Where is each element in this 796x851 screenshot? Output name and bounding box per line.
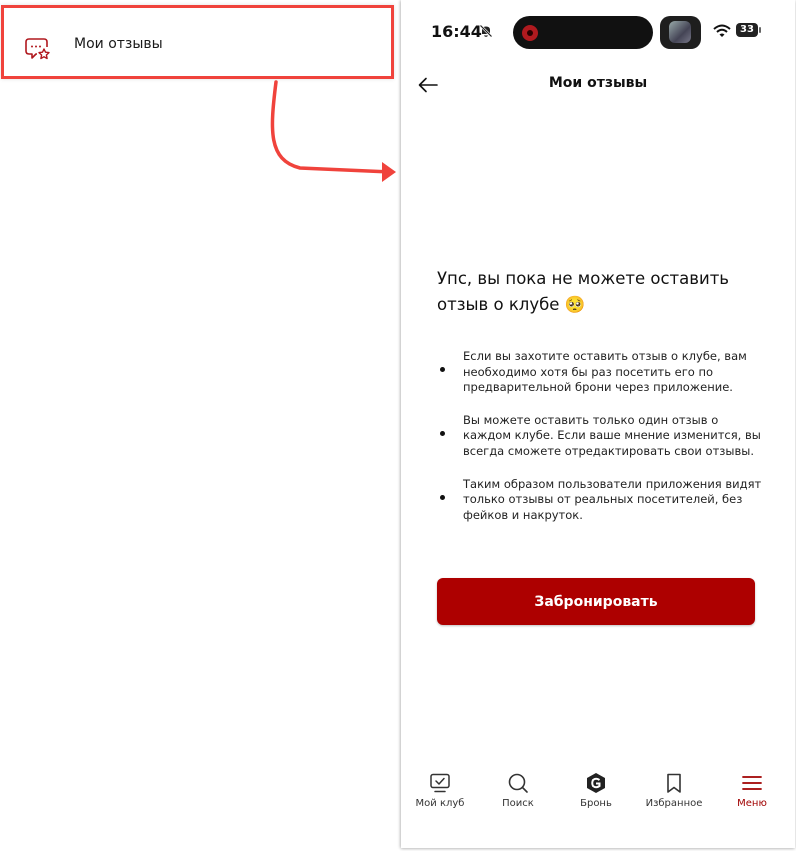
review-star-icon bbox=[25, 38, 50, 60]
bottom-tab-bar: Мой клуб Поиск Бронь Избранное Меню bbox=[401, 760, 795, 820]
bullet-dot bbox=[440, 494, 445, 500]
recording-thumbnail bbox=[660, 16, 701, 49]
tab-label: Бронь bbox=[580, 798, 612, 809]
bullet-dot bbox=[440, 367, 445, 372]
screen-header: Мои отзывы bbox=[401, 60, 795, 110]
bullet-text: Таким образом пользователи приложения ви… bbox=[463, 476, 762, 522]
status-bar: 16:44 33 bbox=[401, 0, 795, 60]
bookmark-icon bbox=[667, 773, 681, 793]
tab-search[interactable]: Поиск bbox=[479, 760, 557, 809]
list-item: Вы можете оставить только один отзыв о к… bbox=[437, 413, 767, 460]
my-reviews-menu-label: Мои отзывы bbox=[74, 36, 163, 52]
tab-label: Поиск bbox=[502, 798, 534, 809]
logo-icon bbox=[587, 773, 605, 793]
tab-favorites[interactable]: Избранное bbox=[635, 760, 713, 809]
tab-label: Мой клуб bbox=[415, 798, 465, 809]
monitor-check-icon bbox=[430, 773, 450, 793]
list-item: Если вы захотите оставить отзыв о клубе,… bbox=[437, 349, 767, 396]
phone-screen: 16:44 33 Мои отзывы Упс, вы пока не може… bbox=[401, 0, 795, 848]
dynamic-island bbox=[513, 16, 653, 49]
battery-indicator: 33 bbox=[736, 23, 761, 37]
tab-my-club[interactable]: Мой клуб bbox=[401, 760, 479, 809]
empty-state-title: Упс, вы пока не можете оставить отзыв о … bbox=[437, 269, 730, 314]
status-time: 16:44 bbox=[431, 22, 482, 41]
tab-label: Избранное bbox=[645, 798, 703, 809]
recording-icon bbox=[522, 25, 538, 41]
bullet-text: Если вы захотите оставить отзыв о клубе,… bbox=[463, 349, 747, 395]
menu-icon bbox=[742, 776, 762, 790]
wifi-icon bbox=[713, 24, 731, 37]
tab-label: Меню bbox=[737, 798, 767, 809]
list-item: Таким образом пользователи приложения ви… bbox=[437, 477, 767, 524]
page-title: Мои отзывы bbox=[548, 75, 648, 91]
bullet-text: Вы можете оставить только один отзыв о к… bbox=[463, 412, 761, 458]
bell-muted-icon bbox=[479, 24, 493, 38]
my-reviews-menu-item[interactable]: Мои отзывы bbox=[1, 5, 394, 79]
tab-menu[interactable]: Меню bbox=[713, 760, 791, 809]
bullet-dot bbox=[440, 430, 445, 436]
search-icon bbox=[508, 773, 528, 793]
info-bullet-list: Если вы захотите оставить отзыв о клубе,… bbox=[437, 349, 767, 540]
tab-booking[interactable]: Бронь bbox=[557, 760, 635, 809]
book-button[interactable]: Забронировать bbox=[437, 578, 755, 625]
